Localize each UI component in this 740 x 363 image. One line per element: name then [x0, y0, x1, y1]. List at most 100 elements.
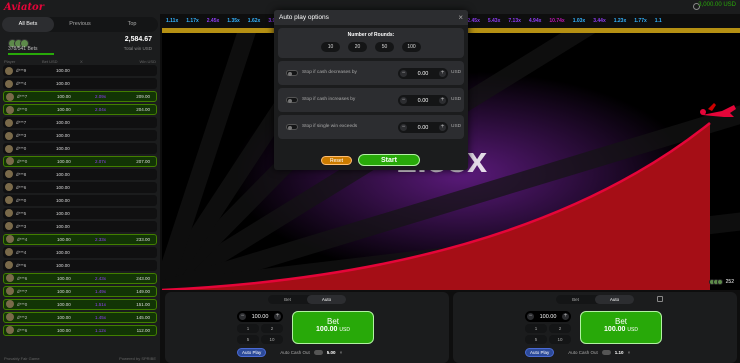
bets-summary: 378/541 Bets 2,584.67 Total win USD	[4, 35, 156, 57]
quick-amount-10[interactable]: 10	[549, 335, 571, 344]
quick-amount-2[interactable]: 2	[261, 324, 283, 333]
bet-amount: 100.00	[56, 223, 70, 229]
player-name: d***4	[16, 249, 27, 255]
quick-amount-2[interactable]: 2	[549, 324, 571, 333]
avatar	[5, 144, 13, 153]
plus-button[interactable]: +	[439, 97, 446, 104]
auto-play-button[interactable]: Auto Play	[525, 348, 555, 357]
auto-play-modal: Auto play options × Number of Rounds: 10…	[274, 10, 468, 170]
condition-value[interactable]: 0.00	[418, 125, 429, 131]
minus-button[interactable]: −	[527, 313, 534, 320]
rounds-option-50[interactable]: 50	[375, 42, 394, 52]
auto-cashout-value[interactable]: 1.10	[615, 350, 624, 355]
bet-amount: 100.00	[57, 107, 71, 113]
minus-button[interactable]: −	[400, 124, 407, 131]
stake-value[interactable]: 100.00	[252, 314, 269, 320]
stake-value[interactable]: 100.00	[540, 314, 557, 320]
start-button[interactable]: Start	[358, 154, 420, 166]
condition-label: Stop if cash increases by	[302, 97, 356, 102]
tab-all-bets[interactable]: All Bets	[2, 17, 54, 32]
rounds-option-20[interactable]: 20	[348, 42, 367, 52]
quick-amounts: 1 2 5 10	[525, 324, 571, 344]
avatar	[5, 248, 13, 257]
plus-button[interactable]: +	[273, 313, 281, 320]
quick-amount-5[interactable]: 5	[237, 335, 259, 344]
reset-button[interactable]: Reset	[321, 156, 352, 165]
tab-bet[interactable]: Bet	[268, 295, 307, 304]
table-row: d***7 100.00 2.09x 209.00	[3, 90, 157, 103]
bet-amount: 100.00	[56, 197, 70, 203]
minus-button[interactable]: −	[400, 70, 407, 77]
player-name: d***6	[17, 275, 28, 281]
cash-decrease-toggle[interactable]	[286, 70, 298, 76]
auto-play-button[interactable]: Auto Play	[237, 348, 267, 357]
stake-stepper[interactable]: − 100.00 +	[237, 311, 283, 322]
history-multiplier: 1.23x	[613, 18, 627, 24]
plus-button[interactable]: +	[439, 70, 446, 77]
table-row: d***5 100.00	[3, 207, 157, 220]
history-multiplier: 1.77x	[634, 18, 647, 24]
condition-label: Stop if cash decreases by	[302, 70, 357, 75]
bet-amount: 100.00	[57, 327, 71, 333]
clear-icon[interactable]: ×	[628, 350, 631, 355]
tab-previous[interactable]: Previous	[54, 17, 106, 32]
condition-cash-decrease: Stop if cash decreases by − 0.00 + USD	[278, 61, 464, 85]
cash-increase-toggle[interactable]	[286, 97, 298, 103]
plus-button[interactable]: +	[439, 124, 446, 131]
clear-icon[interactable]: ×	[340, 350, 343, 355]
tab-auto[interactable]: Auto	[307, 295, 346, 304]
auto-cashout-toggle[interactable]	[601, 350, 611, 355]
condition-currency: USD	[451, 97, 462, 102]
bet-button[interactable]: Bet 100.00 USD	[292, 311, 374, 344]
tab-auto[interactable]: Auto	[595, 295, 634, 304]
history-multiplier: 1.03x	[572, 18, 586, 24]
history-multiplier: 10.74x	[549, 18, 565, 24]
quick-amount-1[interactable]: 1	[525, 324, 547, 333]
history-multiplier: 1.35x	[227, 18, 240, 24]
bet-button-amount: 100.00	[316, 326, 338, 333]
cash-decrease-stepper[interactable]: − 0.00 +	[398, 68, 448, 79]
avatar	[5, 66, 13, 75]
condition-single-win: Stop if single win exceeds − 0.00 + USD	[278, 115, 464, 139]
avatar	[5, 170, 13, 179]
col-x: X	[80, 59, 83, 64]
quick-amount-1[interactable]: 1	[237, 324, 259, 333]
rounds-option-100[interactable]: 100	[402, 42, 421, 52]
cash-increase-stepper[interactable]: − 0.00 +	[398, 95, 448, 106]
bet-panel-1: Bet Auto − 100.00 + 1 2 5 10 Bet 100.00 …	[165, 292, 449, 363]
avatar-group	[8, 35, 30, 48]
close-icon[interactable]: ×	[458, 10, 463, 25]
table-row: d***3 100.00	[3, 220, 157, 232]
minus-button[interactable]: −	[400, 97, 407, 104]
condition-value[interactable]: 0.00	[418, 98, 429, 104]
bet-button[interactable]: Bet 100.00 USD	[580, 311, 662, 344]
minus-button[interactable]: −	[239, 313, 246, 320]
rounds-option-10[interactable]: 10	[321, 42, 340, 52]
tab-top[interactable]: Top	[106, 17, 158, 32]
bet-amount: 100.00	[56, 146, 70, 151]
tab-bet[interactable]: Bet	[556, 295, 595, 304]
auto-cashout-toggle[interactable]	[313, 350, 323, 355]
condition-value[interactable]: 0.00	[418, 71, 429, 77]
rounds-label: Number of Rounds:	[347, 32, 395, 38]
remove-panel-icon[interactable]	[657, 296, 663, 302]
history-multiplier: 2.45x	[467, 18, 480, 24]
avatar	[6, 313, 14, 322]
table-row: d***0 100.00 2.04x 204.00	[3, 103, 157, 116]
plus-button[interactable]: +	[561, 313, 569, 320]
table-row: d***4 100.00	[3, 77, 157, 90]
bets-table-header: Player Bet USD X Win USD	[0, 57, 160, 65]
stake-stepper[interactable]: − 100.00 +	[525, 311, 571, 322]
player-name: d***4	[16, 81, 27, 87]
players-count: 252	[725, 279, 734, 285]
bet-amount: 100.00	[56, 184, 70, 190]
single-win-toggle[interactable]	[286, 124, 298, 130]
auto-cashout-value[interactable]: 5.00	[327, 350, 336, 355]
history-multiplier: 4.94x	[528, 18, 542, 24]
quick-amount-10[interactable]: 10	[261, 335, 283, 344]
cashout-multiplier: 2.07x	[95, 158, 107, 164]
single-win-stepper[interactable]: − 0.00 +	[398, 122, 448, 133]
quick-amount-5[interactable]: 5	[525, 335, 547, 344]
provably-fair-link[interactable]: Provably Fair Game	[4, 356, 40, 361]
player-name: d***7	[17, 288, 28, 294]
